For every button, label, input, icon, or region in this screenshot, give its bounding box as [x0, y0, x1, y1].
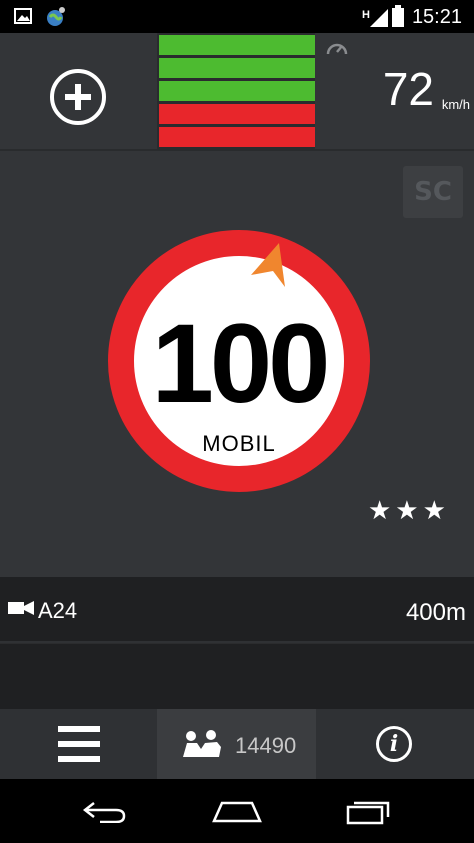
- info-icon: i: [376, 726, 412, 762]
- traffic-bar: [159, 35, 315, 55]
- rating-stars: ★★★: [368, 495, 450, 525]
- network-type: H: [362, 9, 370, 21]
- status-time: 15:21: [411, 6, 462, 28]
- recent-apps-icon[interactable]: [346, 799, 392, 825]
- community-reports-count: 14490: [235, 733, 297, 758]
- info-button[interactable]: i: [316, 709, 474, 779]
- back-icon[interactable]: [82, 801, 128, 823]
- speed-limit-value: 100: [151, 301, 331, 426]
- speed-limit-label: MOBIL: [202, 431, 276, 456]
- community-reports-button[interactable]: 14490: [157, 709, 316, 779]
- sc-button[interactable]: SC: [403, 166, 463, 218]
- secondary-info-row: [0, 643, 474, 710]
- traffic-bar: [159, 81, 315, 101]
- community-users-icon: [183, 730, 221, 757]
- menu-icon: [58, 726, 100, 732]
- add-report-button[interactable]: [50, 69, 106, 125]
- video-camera-icon: [8, 601, 34, 615]
- status-bar: H 15:21: [0, 0, 474, 33]
- globe-satellite-icon: [47, 7, 65, 26]
- camera-distance: 400m: [405, 599, 466, 626]
- android-navigation-bar: [0, 779, 474, 843]
- speed-limit-sign: 100 MOBIL: [108, 230, 370, 492]
- traffic-level-bars: [157, 33, 315, 149]
- traffic-bar: [159, 58, 315, 78]
- menu-icon: [58, 741, 100, 747]
- speedometer-icon: [326, 43, 348, 55]
- battery-icon: [392, 5, 404, 27]
- traffic-bar: [159, 104, 315, 124]
- menu-button[interactable]: [0, 709, 157, 779]
- home-icon[interactable]: [212, 801, 262, 823]
- image-notification-icon: [14, 8, 32, 24]
- current-speed-value: 72: [382, 63, 434, 115]
- camera-road-label: A24: [38, 598, 78, 623]
- speed-unit: km/h: [441, 97, 470, 112]
- navigation-arrow-icon: [251, 243, 285, 287]
- traffic-bar: [159, 127, 315, 147]
- menu-icon: [58, 756, 100, 762]
- signal-strength-icon: H: [362, 9, 388, 27]
